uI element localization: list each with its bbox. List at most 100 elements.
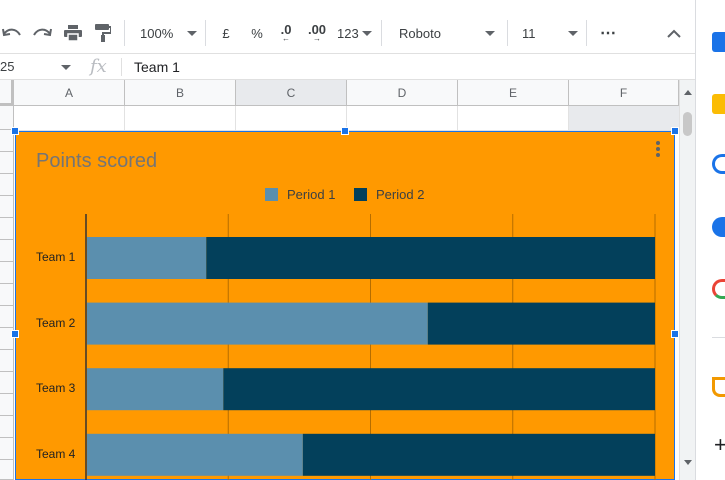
row-header[interactable] — [0, 394, 14, 416]
bar-period-1-team-1[interactable] — [87, 237, 207, 279]
row-header[interactable] — [0, 350, 14, 372]
row-header[interactable] — [0, 284, 14, 306]
toolbar-divider — [205, 20, 206, 46]
addon-icon[interactable] — [712, 377, 725, 397]
font-value: Roboto — [399, 25, 441, 41]
spreadsheet-window: 100% £ % .0 ← .00 → 123 Roboto 11 ⋯ 25 f… — [0, 0, 725, 480]
more-formats-select[interactable]: 123 — [337, 22, 373, 44]
row-header[interactable] — [0, 174, 14, 196]
row-header[interactable] — [0, 196, 14, 218]
column-header-b[interactable]: B — [125, 80, 236, 106]
bar-period-2-team-2[interactable] — [427, 302, 655, 345]
toolbar-divider — [586, 20, 587, 46]
column-header-d[interactable]: D — [347, 80, 458, 106]
font-select[interactable]: Roboto — [399, 22, 497, 44]
bar-period-1-team-3[interactable] — [87, 368, 224, 411]
selected-cell-range[interactable] — [569, 106, 679, 130]
calendar-icon[interactable] — [712, 32, 725, 52]
formula-input[interactable]: Team 1 — [134, 54, 180, 80]
add-addon-icon[interactable]: + — [714, 434, 725, 456]
decrease-decimals-button[interactable]: .0 ← — [275, 22, 297, 44]
more-options-button[interactable]: ⋯ — [597, 22, 619, 44]
collapse-toolbar-icon[interactable] — [664, 22, 684, 44]
scrollbar-thumb[interactable] — [683, 112, 692, 136]
scroll-up-icon[interactable] — [684, 90, 692, 95]
vertical-scrollbar[interactable] — [679, 80, 695, 480]
undo-icon[interactable] — [0, 22, 24, 44]
legend-item-period-2: Period 2 — [354, 186, 424, 202]
row-header[interactable] — [0, 372, 14, 394]
row-header[interactable] — [0, 152, 14, 174]
arrow-left-icon: ← — [282, 34, 290, 43]
formula-divider — [121, 58, 122, 76]
row-header[interactable] — [0, 460, 14, 480]
chart-menu-icon[interactable] — [656, 141, 662, 159]
print-icon[interactable] — [62, 22, 84, 44]
redo-icon[interactable] — [30, 22, 54, 44]
chevron-down-icon — [568, 31, 578, 36]
bar-period-2-team-4[interactable] — [302, 433, 655, 476]
function-icon: fx — [90, 56, 107, 77]
tasks-icon[interactable] — [712, 154, 725, 174]
bar-period-2-team-3[interactable] — [223, 368, 655, 411]
increase-decimals-button[interactable]: .00 → — [305, 22, 329, 44]
legend-label-period-2: Period 2 — [376, 186, 425, 202]
side-panel-divider — [712, 337, 725, 338]
chevron-down-icon — [61, 65, 71, 70]
row-header[interactable] — [0, 218, 14, 240]
maps-icon[interactable] — [712, 279, 725, 299]
toolbar-divider — [507, 20, 508, 46]
formula-bar: 25 fx Team 1 — [0, 54, 695, 80]
row-header[interactable] — [0, 240, 14, 262]
chevron-down-icon — [485, 31, 495, 36]
row-header[interactable] — [0, 438, 14, 460]
row-header[interactable] — [0, 416, 14, 438]
row-header[interactable] — [0, 306, 14, 328]
font-size-value: 11 — [522, 25, 536, 41]
legend-swatch-period-1 — [265, 187, 278, 201]
category-label: Team 2 — [36, 316, 76, 330]
chevron-down-icon — [362, 31, 372, 36]
row-header[interactable] — [0, 262, 14, 284]
category-label: Team 3 — [36, 381, 76, 395]
zoom-select[interactable]: 100% — [140, 22, 200, 44]
resize-handle[interactable] — [671, 330, 679, 338]
name-box[interactable]: 25 — [0, 54, 78, 80]
column-header-e[interactable]: E — [458, 80, 569, 106]
paint-format-icon[interactable] — [93, 22, 113, 44]
font-size-select[interactable]: 11 — [522, 22, 578, 44]
percent-button[interactable]: % — [247, 22, 267, 44]
resize-handle[interactable] — [11, 330, 19, 338]
chart-container[interactable]: Points scored Period 1 Period 2 Team 1 T… — [15, 131, 675, 480]
resize-handle[interactable] — [11, 127, 19, 135]
resize-handle[interactable] — [341, 127, 349, 135]
column-header-a[interactable]: A — [14, 80, 125, 106]
keep-icon[interactable] — [712, 94, 725, 114]
toolbar-divider — [124, 20, 125, 46]
bar-period-1-team-2[interactable] — [87, 302, 428, 345]
toolbar: 100% £ % .0 ← .00 → 123 Roboto 11 ⋯ — [0, 0, 695, 54]
bar-period-1-team-4[interactable] — [87, 433, 303, 476]
side-panel: + — [695, 0, 725, 480]
legend-swatch-period-2 — [354, 187, 367, 201]
toolbar-divider — [381, 20, 382, 46]
currency-button[interactable]: £ — [216, 22, 236, 44]
name-box-value: 25 — [0, 59, 15, 74]
bar-period-2-team-1[interactable] — [206, 237, 655, 279]
legend-item-period-1: Period 1 — [265, 186, 335, 202]
arrow-right-icon: → — [313, 34, 321, 43]
select-all-corner[interactable] — [0, 80, 14, 106]
category-label: Team 1 — [36, 250, 76, 264]
chart-plot — [85, 214, 656, 480]
column-header-c[interactable]: C — [236, 80, 347, 106]
chevron-down-icon — [187, 31, 197, 36]
column-header-f[interactable]: F — [569, 80, 679, 106]
contacts-icon[interactable] — [712, 217, 725, 237]
zoom-value: 100% — [140, 25, 174, 41]
scroll-down-icon[interactable] — [684, 460, 692, 465]
more-formats-label: 123 — [337, 25, 359, 41]
resize-handle[interactable] — [671, 127, 679, 135]
category-label: Team 4 — [36, 447, 76, 461]
chart-title: Points scored — [36, 150, 158, 172]
legend-label-period-1: Period 1 — [287, 186, 336, 202]
